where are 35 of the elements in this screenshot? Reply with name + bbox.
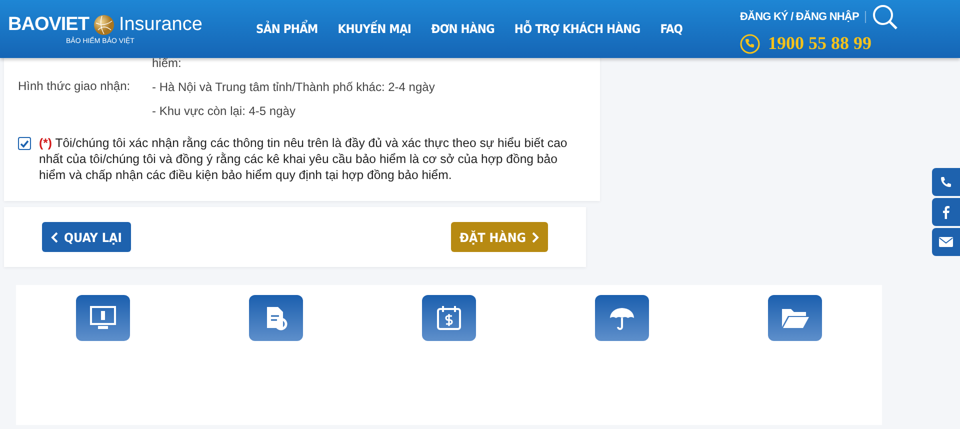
feature-tile[interactable] bbox=[422, 295, 476, 341]
contact-button[interactable] bbox=[932, 198, 960, 226]
facebook-icon bbox=[942, 205, 950, 219]
confirm-checkbox[interactable] bbox=[18, 137, 31, 150]
back-button[interactable]: QUAY LẠI bbox=[42, 222, 131, 252]
confirmation-text: (*) Tôi/chúng tôi xác nhận rằng các thông tin nêu trên là đầy đủ và xác thực theo sự hiểu biết cao nhất của tôi/chúng tôi và đồng ý rằng các kê khai yêu cầu bảo hiểm là cơ sở của hợp đồng bảo hiểm và chấp nhận các điều kiện bảo hiểm quy định tại hợp đồng bảo hiểm. bbox=[39, 135, 568, 183]
contact-button[interactable] bbox=[932, 228, 960, 256]
nav-link[interactable]: ĐƠN HÀNG bbox=[431, 22, 494, 36]
nav-link[interactable]: KHUYẾN MẠI bbox=[338, 22, 412, 36]
chevron-right-icon bbox=[532, 232, 539, 242]
brand-name: BAOVIET bbox=[8, 14, 89, 36]
account-link[interactable]: ĐĂNG KÝ / ĐĂNG NHẬP bbox=[740, 11, 866, 23]
delivery-text: hiểm: bbox=[152, 55, 182, 72]
delivery-label: Hình thức giao nhận: bbox=[18, 78, 132, 95]
nav-link[interactable]: FAQ bbox=[660, 22, 683, 36]
order-button[interactable]: ĐẶT HÀNG bbox=[450, 222, 548, 252]
feature-tile[interactable] bbox=[768, 295, 822, 341]
calendar-icon bbox=[434, 304, 463, 332]
search-icon[interactable] bbox=[872, 4, 898, 30]
delivery-text: - Hà Nội và Trung tâm tỉnh/Thành phố khác: 2-4 ngày bbox=[152, 79, 436, 96]
hotline-number: 1900 55 88 99 bbox=[768, 33, 872, 54]
contact-button[interactable] bbox=[932, 168, 960, 196]
mail-icon bbox=[939, 237, 953, 247]
info-icon bbox=[88, 305, 117, 331]
nav-link[interactable]: HỖ TRỢ KHÁCH HÀNG bbox=[514, 22, 640, 36]
feature-tile[interactable] bbox=[248, 295, 303, 341]
nav-link[interactable]: SẢN PHẨM bbox=[256, 22, 318, 36]
feature-tile[interactable] bbox=[76, 295, 130, 341]
phone-icon bbox=[940, 176, 952, 188]
delivery-text: - Khu vực còn lại: 4-5 ngày bbox=[152, 103, 296, 120]
chevron-left-icon bbox=[51, 232, 58, 242]
globe-icon bbox=[92, 14, 115, 36]
feature-tile[interactable] bbox=[595, 295, 650, 341]
phone-icon bbox=[740, 34, 760, 54]
product-name: Insurance bbox=[118, 14, 202, 36]
